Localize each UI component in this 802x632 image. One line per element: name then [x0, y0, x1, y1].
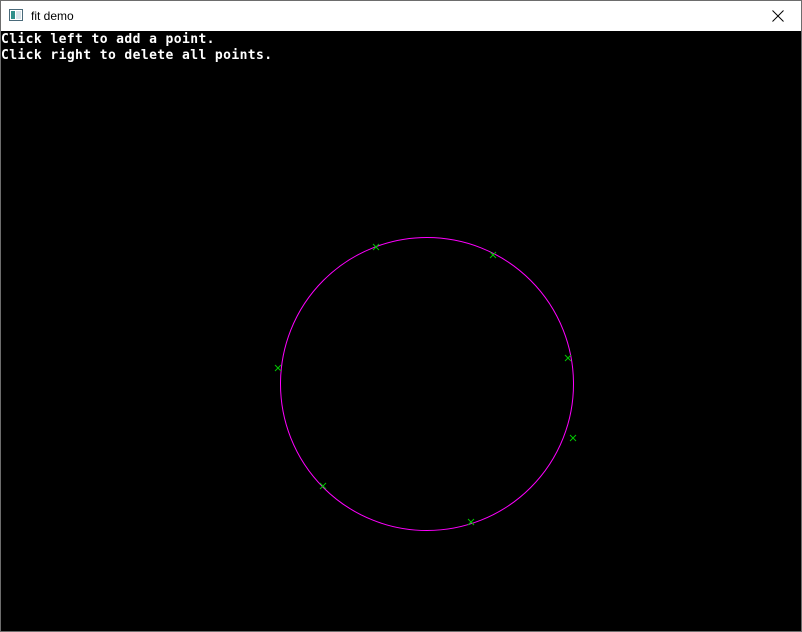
point-marker	[569, 434, 577, 442]
title-bar[interactable]: fit demo	[1, 1, 801, 31]
app-window: fit demo Click left to add a point. Clic…	[0, 0, 802, 632]
points-layer	[274, 243, 577, 526]
fitted-circle	[280, 237, 574, 531]
app-window-icon	[9, 9, 23, 21]
close-icon	[772, 10, 784, 22]
app-icon-right-pane	[16, 11, 21, 19]
fit-plot	[274, 237, 577, 531]
instruction-delete-points: Click right to delete all points.	[1, 48, 273, 63]
drawing-canvas[interactable]: Click left to add a point. Click right t…	[1, 31, 801, 631]
point-marker	[564, 354, 572, 362]
window-title: fit demo	[31, 9, 74, 23]
point-marker	[319, 482, 327, 490]
point-marker	[274, 364, 282, 372]
instruction-add-point: Click left to add a point.	[1, 32, 215, 47]
app-icon-left-pane	[11, 11, 15, 19]
close-button[interactable]	[755, 1, 801, 31]
